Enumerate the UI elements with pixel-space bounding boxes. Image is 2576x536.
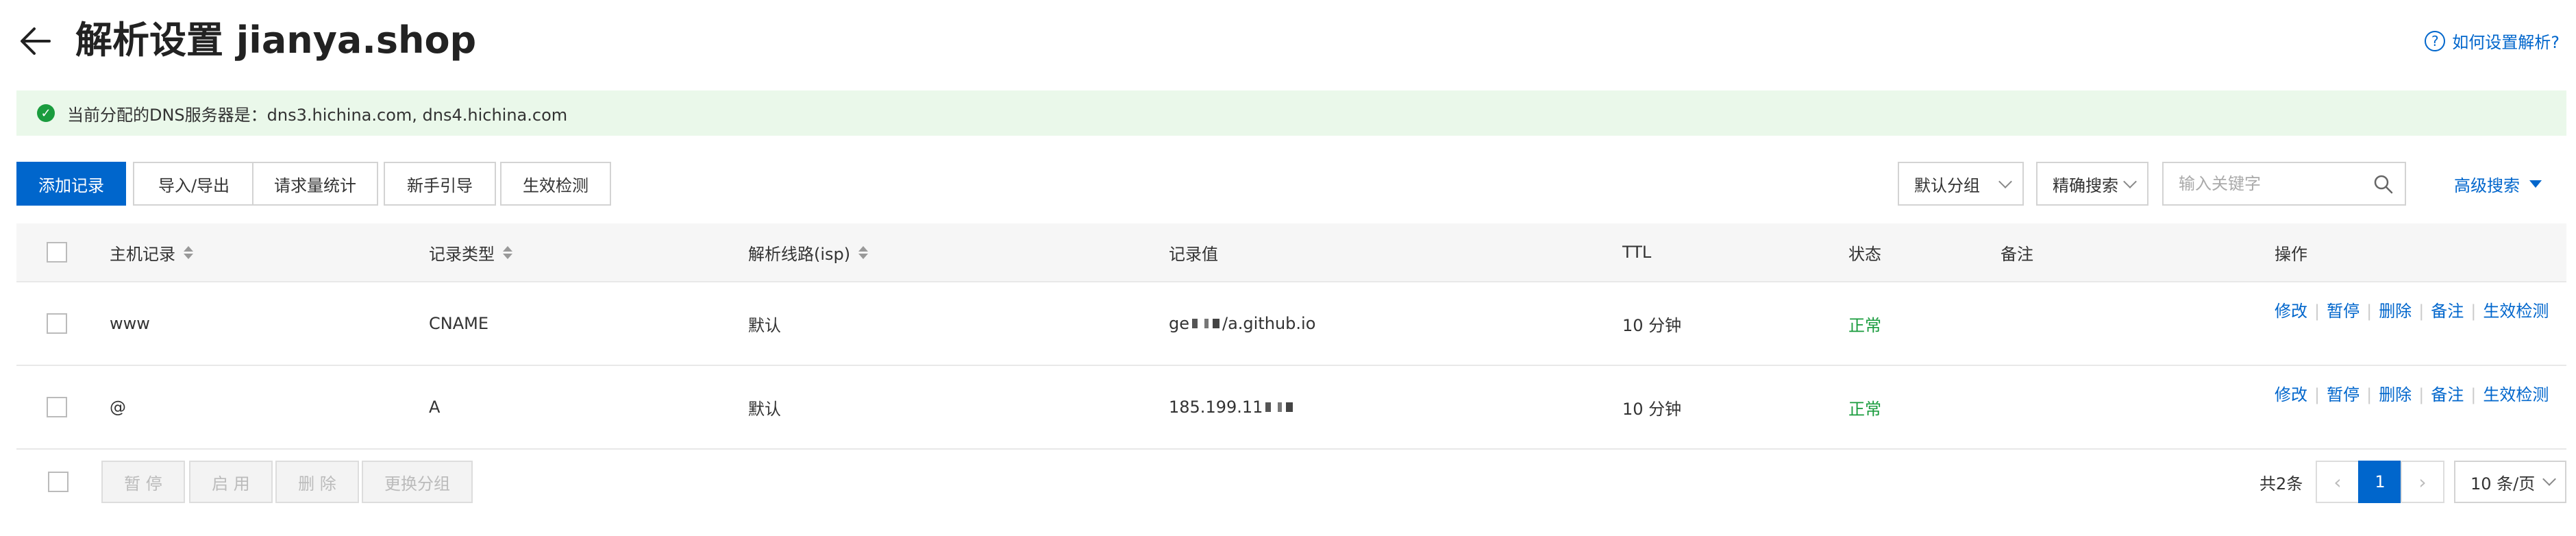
table-row: @ A 默认 185.199.11 10 分钟 正常 修改 | 暂停 | 删除 | 备注 | 生… — [16, 366, 2566, 450]
sort-icon[interactable] — [184, 245, 193, 259]
beginner-guide-button[interactable]: 新手引导 — [384, 162, 496, 206]
request-stats-button[interactable]: 请求量统计 — [252, 162, 378, 206]
page-number-button[interactable]: 1 — [2358, 461, 2402, 503]
group-select-value: 默认分组 — [1914, 175, 1980, 195]
effect-check-link[interactable]: 生效检测 — [2483, 302, 2549, 321]
row-actions: 修改 | 暂停 | 删除 | 备注 | 生效检测 — [2275, 385, 2549, 404]
record-value-prefix: 185.199.11 — [1169, 398, 1263, 417]
page-header: 解析设置 jianya.shop ? 如何设置解析? — [0, 0, 2576, 82]
record-value: ge /a.github.io — [1169, 282, 1315, 365]
host-record: www — [110, 314, 150, 333]
column-header-label: 记录类型 — [429, 244, 495, 264]
help-link-label: 如何设置解析? — [2452, 33, 2560, 52]
pause-link[interactable]: 暂停 — [2327, 385, 2360, 404]
column-header-value: 记录值 — [1169, 244, 1218, 264]
change-group-button[interactable]: 更换分组 — [362, 461, 473, 503]
row-checkbox[interactable] — [47, 313, 67, 334]
dns-server-text: 当前分配的DNS服务器是：dns3.hichina.com, dns4.hich… — [67, 105, 568, 125]
remark-link[interactable]: 备注 — [2431, 302, 2464, 321]
column-header-host[interactable]: 主机记录 — [110, 223, 193, 281]
next-page-button[interactable]: › — [2401, 461, 2444, 503]
row-checkbox[interactable] — [47, 397, 67, 417]
column-header-label: 解析线路(isp) — [748, 244, 851, 264]
dns-records-table: 主机记录 记录类型 解析线路(isp) 记录值 TTL 状态 备注 操作 www… — [16, 223, 2566, 450]
search-icon[interactable] — [2372, 173, 2395, 196]
redacted-mark — [1265, 402, 1293, 412]
modify-link[interactable]: 修改 — [2275, 302, 2307, 321]
host-record: @ — [110, 398, 126, 417]
search-box — [2162, 162, 2406, 206]
select-all-checkbox[interactable] — [47, 242, 67, 263]
column-header-label: 主机记录 — [110, 244, 175, 264]
dns-server-banner: ✓ 当前分配的DNS服务器是：dns3.hichina.com, dns4.hi… — [16, 90, 2566, 136]
ttl-value: 10 分钟 — [1622, 315, 1682, 335]
table-row: www CNAME 默认 ge /a.github.io 10 分钟 正常 修改… — [16, 282, 2566, 366]
search-mode-value: 精确搜索 — [2053, 175, 2118, 195]
chevron-right-icon: › — [2418, 470, 2427, 494]
record-value-suffix: /a.github.io — [1222, 314, 1316, 333]
row-actions: 修改 | 暂停 | 删除 | 备注 | 生效检测 — [2275, 302, 2549, 321]
prev-page-button[interactable]: ‹ — [2316, 461, 2360, 503]
footer-select-all-checkbox[interactable] — [48, 472, 69, 492]
chevron-left-icon: ‹ — [2333, 470, 2342, 494]
page-size-value: 10 条/页 — [2470, 474, 2536, 494]
page-title: 解析设置 jianya.shop — [75, 19, 477, 62]
column-header-actions: 操作 — [2275, 244, 2307, 264]
help-link[interactable]: ? 如何设置解析? — [2425, 29, 2560, 53]
add-record-button[interactable]: 添加记录 — [16, 162, 126, 206]
back-arrow-icon[interactable] — [16, 22, 55, 60]
search-input[interactable] — [2164, 165, 2362, 203]
search-mode-select[interactable]: 精确搜索 — [2036, 162, 2148, 206]
ttl-value: 10 分钟 — [1622, 399, 1682, 419]
remark-link[interactable]: 备注 — [2431, 385, 2464, 404]
caret-down-icon — [2529, 180, 2542, 188]
import-export-button[interactable]: 导入/导出 — [133, 162, 255, 206]
column-header-line[interactable]: 解析线路(isp) — [748, 223, 869, 281]
resolve-line: 默认 — [748, 315, 781, 335]
table-footer: 暂 停 启 用 删 除 更换分组 共2条 ‹ 1 › 10 条/页 — [16, 461, 2566, 506]
status-badge: 正常 — [1848, 315, 1881, 335]
advanced-search-label: 高级搜索 — [2454, 175, 2520, 195]
record-type: CNAME — [429, 314, 488, 333]
effect-check-button[interactable]: 生效检测 — [500, 162, 611, 206]
toolbar: 添加记录 导入/导出 请求量统计 新手引导 生效检测 默认分组 精确搜索 高级搜… — [16, 162, 2566, 207]
record-value-prefix: ge — [1169, 314, 1189, 333]
modify-link[interactable]: 修改 — [2275, 385, 2307, 404]
pause-link[interactable]: 暂停 — [2327, 302, 2360, 321]
column-header-status: 状态 — [1848, 244, 1881, 264]
effect-check-link[interactable]: 生效检测 — [2483, 385, 2549, 404]
page-size-select[interactable]: 10 条/页 — [2454, 461, 2566, 503]
batch-delete-button[interactable]: 删 除 — [275, 461, 359, 503]
sort-icon[interactable] — [858, 245, 869, 259]
batch-enable-button[interactable]: 启 用 — [189, 461, 273, 503]
group-select[interactable]: 默认分组 — [1898, 162, 2024, 206]
chevron-down-icon — [2123, 175, 2137, 188]
column-header-remark: 备注 — [2001, 244, 2033, 264]
status-badge: 正常 — [1848, 399, 1881, 419]
delete-link[interactable]: 删除 — [2379, 385, 2412, 404]
resolve-line: 默认 — [748, 399, 781, 419]
record-type: A — [429, 398, 441, 417]
check-circle-icon: ✓ — [37, 104, 55, 122]
record-value: 185.199.11 — [1169, 366, 1296, 448]
column-header-ttl: TTL — [1622, 243, 1652, 262]
chevron-down-icon — [1998, 175, 2012, 188]
redacted-mark — [1192, 319, 1219, 328]
question-circle-icon: ? — [2425, 30, 2446, 51]
delete-link[interactable]: 删除 — [2379, 302, 2412, 321]
table-header: 主机记录 记录类型 解析线路(isp) 记录值 TTL 状态 备注 操作 — [16, 223, 2566, 282]
total-count: 共2条 — [2259, 474, 2303, 494]
sort-icon[interactable] — [503, 245, 512, 259]
column-header-type[interactable]: 记录类型 — [429, 223, 512, 281]
chevron-down-icon — [2542, 472, 2556, 486]
batch-pause-button[interactable]: 暂 停 — [101, 461, 185, 503]
advanced-search-link[interactable]: 高级搜索 — [2454, 162, 2542, 206]
